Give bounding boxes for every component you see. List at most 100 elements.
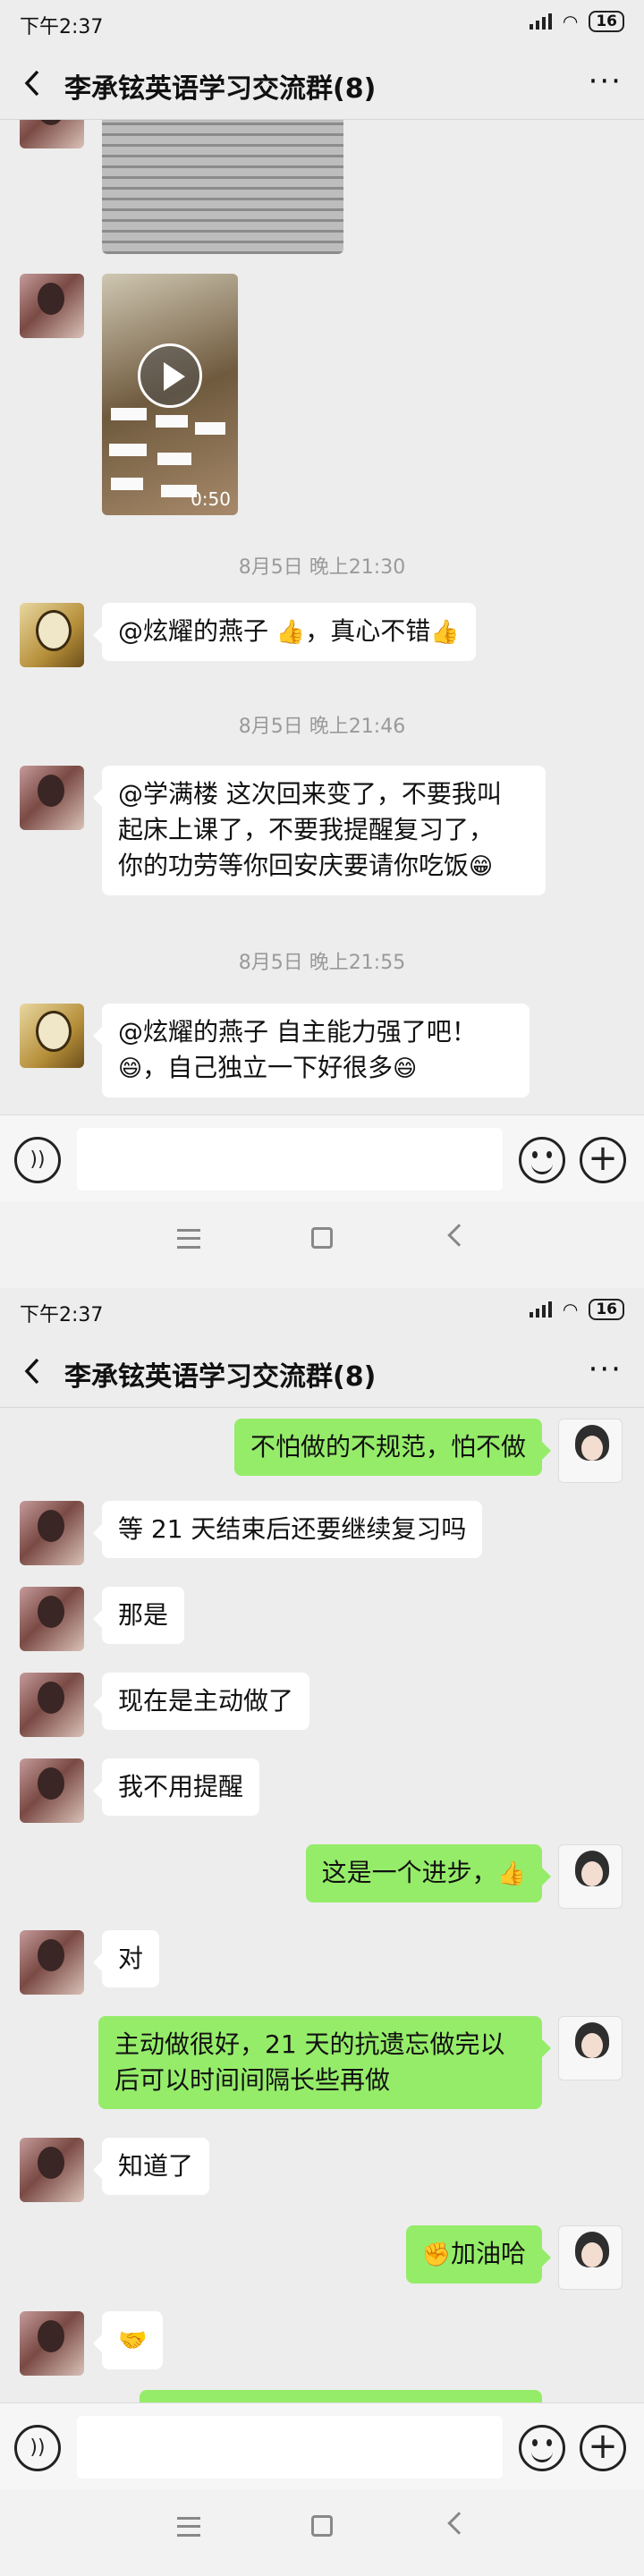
message-text: 现在是主动做了 [118, 1686, 294, 1716]
nav-back-icon[interactable] [447, 1224, 470, 1247]
message-bubble[interactable]: 🤝 [92, 2311, 164, 2369]
avatar[interactable] [20, 1004, 84, 1068]
message-bubble[interactable]: 那是 [92, 1587, 185, 1644]
timestamp: 8月5日 晚上21:46 [238, 716, 406, 738]
thumbs-up-icon: 👍 [275, 619, 306, 646]
avatar[interactable] [20, 1930, 84, 1995]
nav-back-icon[interactable] [447, 2512, 470, 2535]
status-time: 下午2:37 [20, 16, 104, 38]
note-card [195, 422, 225, 435]
note-card [109, 444, 147, 456]
video-duration: 0:50 [191, 488, 231, 510]
message-bubble[interactable]: 对 [92, 1930, 160, 1987]
message-text: @炫耀的燕子 [118, 616, 276, 646]
back-icon[interactable] [20, 68, 47, 98]
chat-header: 李承铉英语学习交流群(8) ··· [0, 1335, 644, 1408]
note-card [156, 415, 188, 428]
note-card [111, 408, 147, 420]
avatar[interactable] [20, 2311, 84, 2376]
message-text: 那是 [118, 1600, 169, 1630]
voice-icon[interactable]: )) [14, 1137, 61, 1183]
system-nav-bar [0, 1202, 644, 1288]
more-icon[interactable]: ··· [589, 66, 623, 97]
message-text: ，真心不错 [305, 616, 431, 646]
message-bubble[interactable]: 知道了 [92, 2138, 210, 2195]
home-icon[interactable] [311, 2515, 333, 2537]
status-bar: 下午2:37 ◠ 16 [0, 0, 644, 47]
plus-icon[interactable]: + [580, 2425, 626, 2471]
chat-title: 李承铉英语学习交流群(8) [64, 1361, 377, 1393]
avatar[interactable] [20, 1673, 84, 1737]
message-bubble[interactable]: 现在是主动做了 [92, 1673, 310, 1730]
status-time: 下午2:37 [20, 1304, 104, 1326]
play-icon[interactable] [138, 343, 202, 408]
message-bubble[interactable]: 我不用提醒 [92, 1758, 260, 1816]
smile-icon: 😄 [118, 1055, 143, 1082]
message-text: 对 [118, 1944, 144, 1973]
emoji-icon[interactable] [519, 2425, 565, 2471]
wifi-icon: ◠ [562, 1299, 579, 1320]
message-list[interactable]: 不怕做的不规范，怕不做 等 21 天结束后还要继续复习吗 那是 现在是主动做了 … [0, 1408, 644, 2402]
video-message[interactable]: 0:50 [102, 274, 238, 515]
message-line: @炫耀的燕子 自主能力强了吧！ [118, 1017, 477, 1046]
status-bar: 下午2:37 ◠ 16 [0, 1288, 644, 1335]
avatar[interactable] [20, 766, 84, 830]
avatar[interactable] [558, 2225, 623, 2290]
home-icon[interactable] [311, 1227, 333, 1249]
message-bubble[interactable] [140, 2390, 542, 2402]
image-message[interactable] [102, 120, 343, 254]
timestamp: 8月5日 晚上21:55 [238, 952, 406, 974]
avatar[interactable] [20, 2138, 84, 2202]
message-bubble[interactable]: @炫耀的燕子 自主能力强了吧！ 😄，自己独立一下好很多😄 [93, 1004, 530, 1097]
menu-icon[interactable] [177, 1229, 200, 1249]
avatar[interactable] [20, 274, 84, 338]
avatar[interactable] [558, 1419, 623, 1483]
message-list[interactable]: 0:50 8月5日 晚上21:30 @炫耀的燕子 👍，真心不错👍 8月5日 晚上… [0, 120, 644, 1114]
message-line: 你的功劳等你回安庆要请你吃饭 [118, 851, 470, 880]
wifi-icon: ◠ [562, 11, 579, 32]
note-card [111, 478, 143, 490]
chat-title: 李承铉英语学习交流群(8) [64, 73, 377, 105]
avatar[interactable] [20, 120, 84, 148]
emoji-icon[interactable] [519, 1137, 565, 1183]
message-line: 后可以时间间隔长些再做 [114, 2065, 391, 2095]
chat-header: 李承铉英语学习交流群(8) ··· [0, 47, 644, 120]
message-line: 主动做很好，21 天的抗遗忘做完以 [114, 2029, 505, 2059]
message-bubble[interactable]: @学满楼 这次回来变了，不要我叫 起床上课了，不要我提醒复习了， 你的功劳等你回… [93, 766, 546, 895]
message-bubble[interactable]: 等 21 天结束后还要继续复习吗 [92, 1501, 483, 1558]
message-text: 我不用提醒 [118, 1772, 244, 1801]
message-bubble[interactable]: @炫耀的燕子 👍，真心不错👍 [93, 603, 476, 661]
system-nav-bar [0, 2490, 644, 2576]
thumbs-up-icon: 👍 [430, 619, 460, 646]
message-bubble[interactable]: 主动做很好，21 天的抗遗忘做完以 后可以时间间隔长些再做 [98, 2016, 551, 2109]
avatar[interactable] [20, 603, 84, 667]
note-card [157, 453, 191, 465]
smile-icon: 😄 [393, 1055, 418, 1082]
grin-icon: 😁 [469, 853, 494, 880]
fist-icon: ✊ [421, 2241, 451, 2268]
message-bubble[interactable]: ✊加油哈 [405, 2225, 552, 2284]
message-text: 加油哈 [450, 2239, 526, 2268]
handshake-icon: 🤝 [118, 2327, 148, 2354]
message-input[interactable] [77, 2416, 503, 2479]
avatar[interactable] [558, 2016, 623, 2080]
message-input[interactable] [77, 1128, 503, 1191]
avatar[interactable] [558, 1844, 623, 1909]
more-icon[interactable]: ··· [589, 1354, 623, 1385]
message-line: ，自己独立一下好很多 [142, 1053, 394, 1082]
voice-icon[interactable]: )) [14, 2425, 61, 2471]
avatar[interactable] [20, 1587, 84, 1651]
status-icons: ◠ 16 [529, 11, 624, 32]
back-icon[interactable] [20, 1356, 47, 1386]
screen-2: 下午2:37 ◠ 16 李承铉英语学习交流群(8) ··· 不怕做的不规范，怕不… [0, 1288, 644, 2576]
avatar[interactable] [20, 1758, 84, 1823]
menu-icon[interactable] [177, 2517, 200, 2537]
plus-icon[interactable]: + [580, 1137, 626, 1183]
avatar[interactable] [20, 1501, 84, 1565]
timestamp: 8月5日 晚上21:30 [238, 556, 406, 579]
message-bubble[interactable]: 不怕做的不规范，怕不做 [233, 1419, 552, 1476]
message-bubble[interactable]: 这是一个进步，👍 [305, 1844, 552, 1902]
message-line: 起床上课了，不要我提醒复习了， [118, 815, 495, 844]
signal-icon [529, 13, 552, 30]
message-text: 这是一个进步， [321, 1858, 497, 1887]
